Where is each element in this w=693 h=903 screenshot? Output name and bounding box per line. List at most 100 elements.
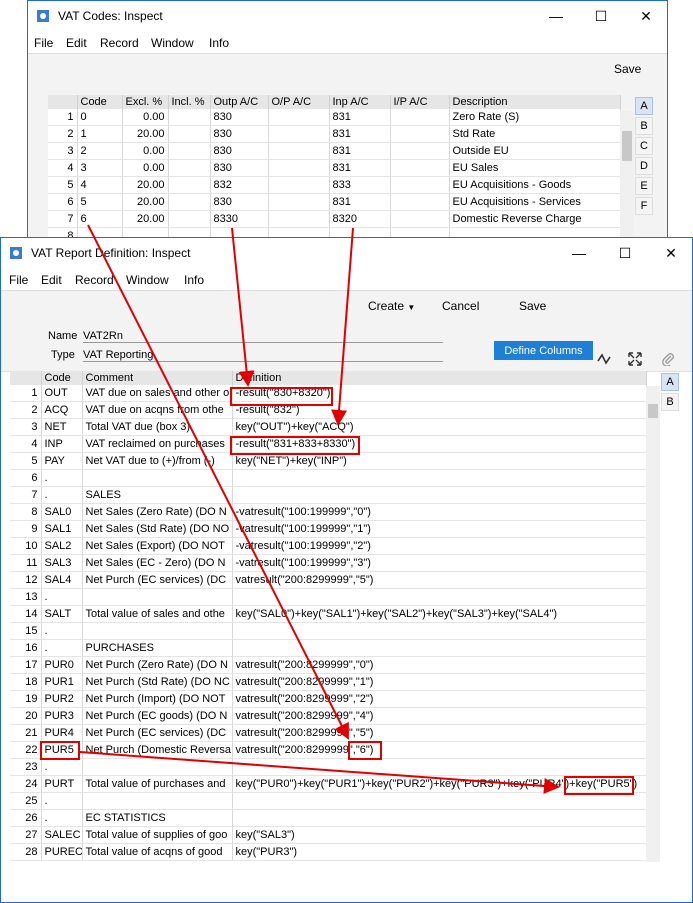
table-row[interactable]: 4 INP VAT reclaimed on purchases -result("8… [10,435,647,453]
table-cell[interactable]: 832 [210,176,269,194]
vat-codes-titlebar[interactable]: VAT Codes: Inspect — ☐ ✕ [28,1,667,31]
col-header[interactable] [48,95,78,109]
col-header[interactable]: Code [77,95,123,109]
table-cell[interactable]: EU Acquisitions - Services [449,193,621,211]
code-cell[interactable]: PUR0 [41,656,83,674]
close-icon[interactable]: ✕ [623,1,667,31]
comment-cell[interactable] [82,469,233,487]
code-cell[interactable]: SALEC [41,826,83,844]
definition-cell[interactable]: vatresult("200:8299999","6") [232,741,647,759]
menu-record[interactable]: Record [75,273,114,287]
definition-cell[interactable] [232,469,647,487]
comment-cell[interactable]: Net Sales (Export) (DO NOT [82,537,233,555]
comment-cell[interactable]: Total VAT due (box 3) [82,418,233,436]
type-field[interactable]: VAT Reporting [83,349,443,362]
code-cell[interactable]: PUR2 [41,690,83,708]
definition-cell[interactable]: -vatresult("100:199999","1") [232,520,647,538]
table-cell[interactable] [168,109,211,126]
menu-info[interactable]: Info [184,273,204,287]
comment-cell[interactable] [82,792,233,810]
code-cell[interactable]: ACQ [41,401,83,419]
table-row[interactable]: 21 PUR4 Net Purch (EC services) (DC vatresu… [10,724,647,742]
attachment-icon[interactable] [661,352,675,366]
table-cell[interactable]: 831 [329,125,391,143]
table-cell[interactable] [268,210,330,228]
code-cell[interactable]: PUR5 [41,741,83,759]
table-row[interactable]: 15. [10,622,647,640]
comment-cell[interactable]: Net Purch (Import) (DO NOT [82,690,233,708]
vertical-scrollbar[interactable] [646,386,660,862]
name-field[interactable]: VAT2Rn [83,330,443,343]
code-cell[interactable]: PURT [41,775,83,793]
table-cell[interactable] [168,210,211,228]
code-cell[interactable]: . [41,758,83,776]
comment-cell[interactable]: VAT due on sales and other o [82,385,233,402]
col-header[interactable]: Description [449,95,621,109]
table-row[interactable]: 17 PUR0 Net Purch (Zero Rate) (DO Nvatresu… [10,656,647,674]
table-cell[interactable]: EU Sales [449,159,621,177]
table-cell[interactable] [390,109,450,126]
table-cell[interactable]: 830 [210,159,269,177]
definition-cell[interactable] [232,809,647,827]
table-row[interactable]: 20 PUR3 Net Purch (EC goods) (DO Nvatresul… [10,707,647,725]
col-header[interactable] [10,371,42,385]
definition-cell[interactable]: key("PUR0")+key("PUR1")+key("PUR2")+key(… [232,775,647,793]
table-cell[interactable]: 833 [329,176,391,194]
code-cell[interactable]: PUR1 [41,673,83,691]
definition-cell[interactable] [232,639,647,657]
table-cell[interactable] [268,159,330,177]
table-row[interactable]: 1 0 0.00 830 831 Zero Rate (S) [48,109,621,126]
definition-cell[interactable]: -result("831+833+8330") [232,435,647,453]
table-row[interactable]: 14 SALT Total value of sales and othe key("… [10,605,647,623]
table-cell[interactable]: 6 [77,210,123,228]
side-tab[interactable]: B [661,393,679,411]
code-cell[interactable]: . [41,486,83,504]
code-cell[interactable]: . [41,792,83,810]
scroll-thumb[interactable] [622,131,632,161]
create-button[interactable]: Create ▼ [368,299,415,313]
definition-cell[interactable]: -vatresult("100:199999","0") [232,503,647,521]
comment-cell[interactable] [82,758,233,776]
definition-cell[interactable] [232,792,647,810]
table-cell[interactable]: 5 [77,193,123,211]
maximize-icon[interactable]: ☐ [578,1,624,31]
table-row[interactable]: 5 PAY Net VAT due to (+)/from (-) key("NET"… [10,452,647,470]
table-cell[interactable] [168,125,211,143]
activity-icon[interactable] [597,352,611,366]
col-header[interactable]: I/P A/C [390,95,450,109]
menu-file[interactable]: File [9,273,28,287]
table-cell[interactable] [390,193,450,211]
menu-file[interactable]: File [34,36,53,50]
table-row[interactable]: 7. SALES [10,486,647,504]
col-header[interactable]: O/P A/C [268,95,330,109]
menu-edit[interactable]: Edit [41,273,62,287]
table-row[interactable]: 9 SAL1 Net Sales (Std Rate) (DO NO -vatresu… [10,520,647,538]
code-cell[interactable]: SAL1 [41,520,83,538]
side-tab[interactable]: A [635,97,653,115]
table-cell[interactable]: Outside EU [449,142,621,160]
table-cell[interactable]: 20.00 [122,193,169,211]
comment-cell[interactable]: VAT due on acqns from othe [82,401,233,419]
table-cell[interactable]: 830 [210,125,269,143]
table-cell[interactable] [268,125,330,143]
col-header[interactable]: Comment [82,371,233,385]
comment-cell[interactable]: Net Purch (EC services) (DC [82,724,233,742]
definition-cell[interactable] [232,758,647,776]
table-row[interactable]: 11 SAL3 Net Sales (EC - Zero) (DO N -vatres… [10,554,647,572]
define-columns-button[interactable]: Define Columns [494,341,593,360]
table-cell[interactable]: 831 [329,109,391,126]
code-cell[interactable]: SAL4 [41,571,83,589]
code-cell[interactable]: OUT [41,385,83,402]
code-cell[interactable]: . [41,588,83,606]
table-row[interactable]: 5 4 20.00 832 833 EU Acquisitions - Goods [48,176,621,194]
table-cell[interactable]: Std Rate [449,125,621,143]
comment-cell[interactable]: Net VAT due to (+)/from (-) [82,452,233,470]
expand-icon[interactable] [628,352,642,366]
side-tab[interactable]: E [635,177,653,195]
side-tab[interactable]: C [635,137,653,155]
table-row[interactable]: 1 OUT VAT due on sales and other o -result(… [10,385,647,402]
table-row[interactable]: 8 SAL0 Net Sales (Zero Rate) (DO N -vatresu… [10,503,647,521]
definition-cell[interactable]: vatresult("200:8299999","1") [232,673,647,691]
table-row[interactable]: 6. [10,469,647,487]
table-cell[interactable]: 20.00 [122,210,169,228]
